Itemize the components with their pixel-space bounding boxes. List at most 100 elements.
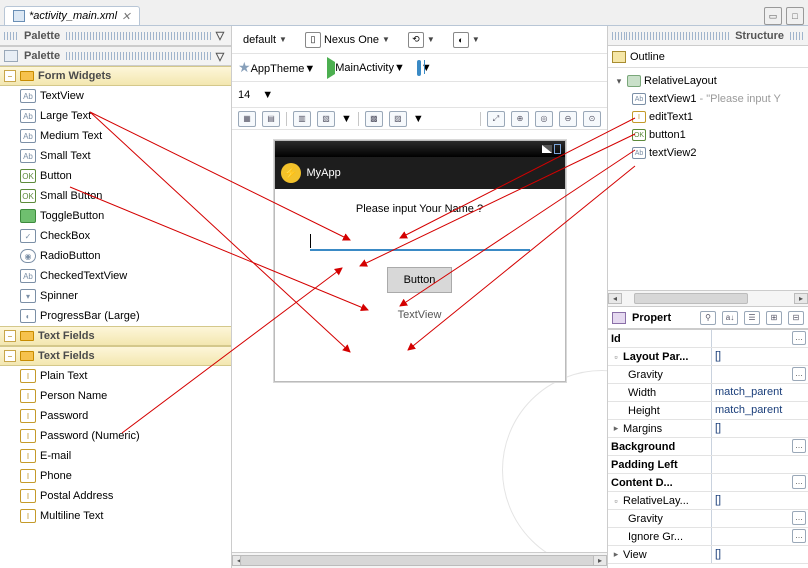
palette-item-label: Password [40,410,88,422]
tree-node-edittext1[interactable]: IeditText1 [610,108,806,126]
horizontal-scrollbar[interactable]: ◂ ▸ [232,552,607,568]
palette-filter-icon[interactable] [4,50,18,62]
zoom-reset-button[interactable]: ◎ [535,111,553,127]
palette-item-checkbox[interactable]: ✓CheckBox [0,226,231,246]
locale-dropdown[interactable]: ▼ [417,62,432,74]
zoom-out-button[interactable]: ⊖ [559,111,577,127]
api-dropdown[interactable]: 14▼ [238,89,273,101]
night-icon: ◐ [453,32,469,48]
palette-item-togglebutton[interactable]: ToggleButton [0,206,231,226]
preview-button1[interactable]: Button [387,267,453,293]
panel-chevron-icon[interactable]: ▽ [213,50,227,63]
palette-item-large-text[interactable]: AbLarge Text [0,106,231,126]
palette-item-password-numeric[interactable]: IPassword (Numeric) [0,426,231,446]
prop-row-width[interactable]: Widthmatch_parent [608,384,808,402]
zoom-actual-button[interactable]: ⊕ [511,111,529,127]
palette-item-radiobutton[interactable]: ◉RadioButton [0,246,231,266]
more-icon[interactable]: … [792,475,806,489]
palette-item-multiline-text[interactable]: IMultiline Text [0,506,231,526]
palette-item-person-name[interactable]: IPerson Name [0,386,231,406]
minimize-button[interactable]: ▭ [764,7,782,25]
collapse-icon[interactable]: – [4,330,16,342]
prop-row-content-description[interactable]: Content D...… [608,474,808,492]
night-dropdown[interactable]: ◐▼ [448,29,485,51]
palette-subcategory-text-fields[interactable]: – Text Fields [0,346,231,366]
distribute-button[interactable]: ▨ [389,111,407,127]
structure-title: Structure [729,30,790,42]
prop-row-id[interactable]: Id… [608,330,808,348]
palette-item-spinner[interactable]: ▾Spinner [0,286,231,306]
toggle-bounds-button[interactable]: ▦ [238,111,256,127]
scroll-thumb[interactable] [240,555,599,566]
outline-tree[interactable]: ▾ RelativeLayout AbtextView1 - "Please i… [608,68,808,164]
palette-item-small-text[interactable]: AbSmall Text [0,146,231,166]
zoom-fit-button[interactable]: ⤢ [487,111,505,127]
palette-item-checkedtextview[interactable]: AbCheckedTextView [0,266,231,286]
more-icon[interactable]: … [792,439,806,453]
device-preview[interactable]: ⚡ MyApp Please input Your Name ? Button … [274,140,566,382]
palette-item-progressbar[interactable]: ◐ProgressBar (Large) [0,306,231,326]
align-button[interactable]: ▥ [293,111,311,127]
sort-icon[interactable]: a↓ [722,311,738,325]
config-dropdown[interactable]: default▼ [238,31,292,49]
palette-item-button[interactable]: OKButton [0,166,231,186]
palette-item-small-button[interactable]: OKSmall Button [0,186,231,206]
tree-node-button1[interactable]: OKbutton1 [610,126,806,144]
tree-node-label: textView2 [649,147,697,159]
prop-row-gravity2[interactable]: Gravity… [608,510,808,528]
maximize-button[interactable]: □ [786,7,804,25]
palette-item-email[interactable]: IE-mail [0,446,231,466]
palette-item-medium-text[interactable]: AbMedium Text [0,126,231,146]
outline-scrollbar[interactable]: ◂ ▸ [608,290,808,306]
palette-item-textview[interactable]: AbTextView [0,86,231,106]
more-icon[interactable]: … [792,331,806,345]
palette-category-text-fields[interactable]: – Text Fields [0,326,231,346]
tree-node-textview2[interactable]: AbtextView2 [610,144,806,162]
filter-icon[interactable]: ⚲ [700,311,716,325]
prop-row-background[interactable]: Background… [608,438,808,456]
preview-textview2[interactable]: TextView [398,309,442,321]
device-dropdown[interactable]: ▯Nexus One▼ [300,29,395,51]
more-icon[interactable]: … [792,367,806,381]
distribute-button[interactable]: ▩ [365,111,383,127]
orientation-dropdown[interactable]: ⟲▼ [403,29,440,51]
scroll-right-icon[interactable]: ▸ [593,555,607,566]
zoom-in-button[interactable]: ⊙ [583,111,601,127]
palette-item-phone[interactable]: IPhone [0,466,231,486]
prop-row-layoutparams[interactable]: ▫Layout Par...[] [608,348,808,366]
palette-item-label: Medium Text [40,130,102,142]
collapse-icon[interactable]: – [4,350,16,362]
preview-textview1[interactable]: Please input Your Name ? [356,203,483,215]
prop-row-padding-left[interactable]: Padding Left [608,456,808,474]
prop-row-view[interactable]: ▸View[] [608,546,808,564]
prop-row-relativelayout[interactable]: ▫RelativeLay...[] [608,492,808,510]
toggle-grid-button[interactable]: ▤ [262,111,280,127]
collapse-icon[interactable]: ⊟ [788,311,804,325]
palette-item-postal-address[interactable]: IPostal Address [0,486,231,506]
more-icon[interactable]: … [792,529,806,543]
editor-tab[interactable]: *activity_main.xml ✕ [4,6,140,25]
palette-item-plain-text[interactable]: IPlain Text [0,366,231,386]
categorize-icon[interactable]: ☰ [744,311,760,325]
expand-icon[interactable]: ⊞ [766,311,782,325]
theme-dropdown[interactable]: ★AppTheme▼ [238,59,315,76]
category-label: Text Fields [38,350,95,362]
align-button[interactable]: ▧ [317,111,335,127]
prop-row-ignore-gravity[interactable]: Ignore Gr...… [608,528,808,546]
panel-menu-icon[interactable]: ▽ [213,29,227,42]
tree-node-relativelayout[interactable]: ▾ RelativeLayout [610,72,806,90]
preview-edittext1[interactable] [310,231,530,251]
close-icon[interactable]: ✕ [121,11,131,21]
activity-dropdown[interactable]: MainActivity▼ [327,62,405,74]
palette-category-form-widgets[interactable]: – Form Widgets [0,66,231,86]
tree-node-textview1[interactable]: AbtextView1 - "Please input Y [610,90,806,108]
collapse-icon[interactable]: – [4,70,16,82]
prop-row-margins[interactable]: ▸Margins[] [608,420,808,438]
palette-item-password[interactable]: IPassword [0,406,231,426]
more-icon[interactable]: … [792,511,806,525]
orientation-icon: ⟲ [408,32,424,48]
activity-value: MainActivity [335,62,394,74]
battery-icon [554,144,561,154]
prop-row-gravity[interactable]: Gravity… [608,366,808,384]
prop-row-height[interactable]: Heightmatch_parent [608,402,808,420]
